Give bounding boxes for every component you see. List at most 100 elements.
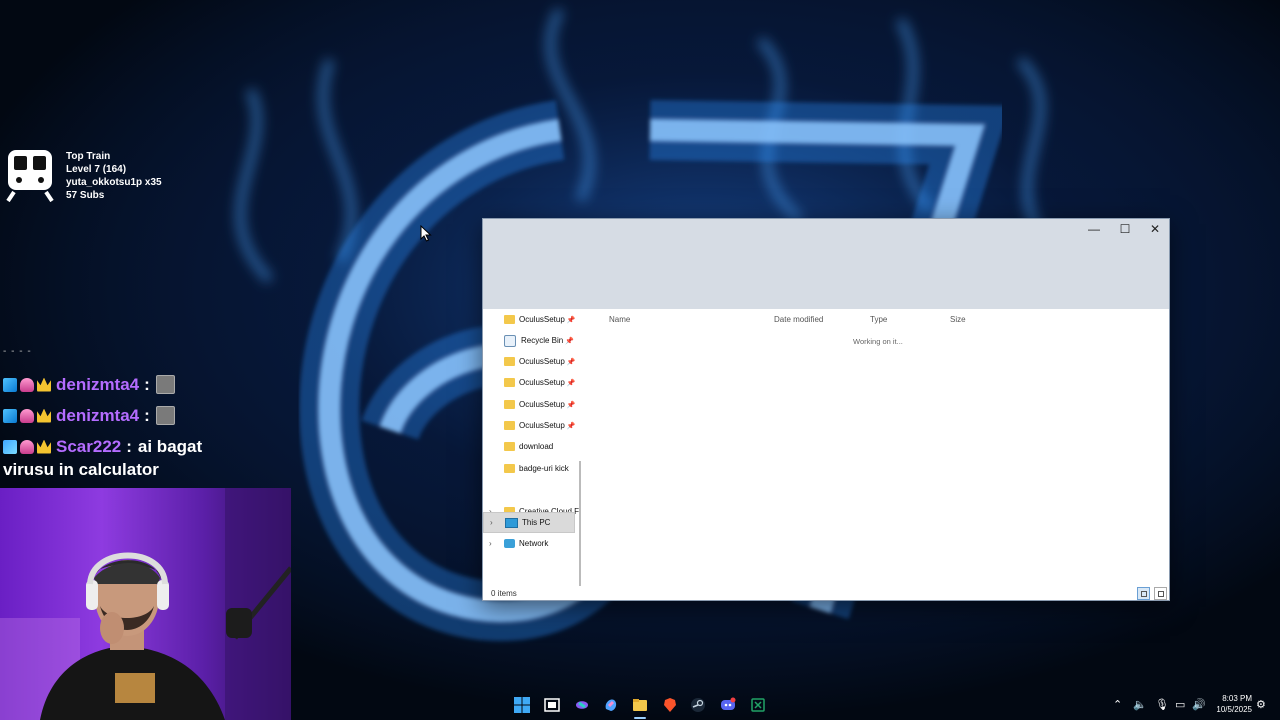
maximize-button[interactable]: ☐ xyxy=(1110,219,1140,239)
loading-status: Working on it... xyxy=(853,337,903,346)
crown-badge-icon xyxy=(37,377,51,392)
user-badge-icon xyxy=(20,408,34,423)
taskbar-clock[interactable]: 8:03 PM 10/5/2025 xyxy=(1210,693,1252,715)
train-icon xyxy=(6,150,54,202)
explorer-title-bar[interactable]: — ☐ ✕ xyxy=(483,219,1169,309)
top-train-widget: Top Train Level 7 (164) yuta_okkotsu1p x… xyxy=(6,148,162,202)
file-explorer-icon[interactable] xyxy=(632,697,648,713)
microphone-icon[interactable]: 🎙 xyxy=(1155,698,1169,711)
file-explorer-window[interactable]: — ☐ ✕ OculusSetup 📌 Recycle Bin 📌 Oculus… xyxy=(482,218,1170,601)
nav-item-badge-uri-kick[interactable]: badge-uri kick xyxy=(483,458,575,479)
chat-text-continuation: virusu in calculator xyxy=(3,460,159,479)
folder-icon xyxy=(504,421,515,430)
mouse-cursor-icon xyxy=(420,225,432,242)
column-header-type[interactable]: Type xyxy=(870,315,887,324)
network-icon xyxy=(504,539,515,548)
clock-date: 10/5/2025 xyxy=(1216,705,1252,714)
user-badge-icon xyxy=(20,439,34,454)
chat-separator: - - - - xyxy=(3,346,32,357)
nav-item-label: Network xyxy=(519,539,549,548)
speaker-icon[interactable]: 🔈 xyxy=(1133,698,1147,711)
folder-icon xyxy=(504,315,515,324)
nav-item-label: OculusSetup xyxy=(519,315,565,324)
details-view-icon xyxy=(1141,591,1147,597)
train-title: Top Train xyxy=(66,151,111,162)
chat-message: denizmta4 : xyxy=(3,400,283,431)
nav-item-label: badge-uri kick xyxy=(519,464,569,473)
discord-icon[interactable] xyxy=(720,697,736,713)
chat-username: denizmta4 xyxy=(56,405,140,425)
details-view-button[interactable] xyxy=(1137,587,1150,600)
nav-item-label: OculusSetup xyxy=(519,400,565,409)
nav-item-oculussetup[interactable]: OculusSetup 📌 xyxy=(483,309,576,330)
navigation-pane[interactable]: OculusSetup 📌 Recycle Bin 📌 OculusSetup … xyxy=(483,309,581,579)
copilot-icon[interactable] xyxy=(603,697,619,713)
nav-item-download[interactable]: download xyxy=(483,436,575,457)
nav-item-label: OculusSetup xyxy=(519,357,565,366)
user-badge-icon xyxy=(20,377,34,392)
folder-icon xyxy=(504,357,515,366)
microsoft-365-icon[interactable] xyxy=(574,697,590,713)
chevron-right-icon[interactable]: › xyxy=(489,539,492,548)
chat-overlay: - - - - denizmta4 : denizmta4 : Scar222 … xyxy=(3,346,283,480)
chat-message: Scar222 : ai bagat xyxy=(3,431,283,462)
windows-start-icon[interactable] xyxy=(514,697,530,713)
pin-icon: 📌 xyxy=(566,401,576,409)
column-header-name[interactable]: Name xyxy=(609,315,630,324)
clock-time: 8:03 PM xyxy=(1222,694,1252,703)
train-subs: 57 Subs xyxy=(66,190,105,201)
volume-icon[interactable]: 🔊 xyxy=(1192,698,1206,711)
steam-icon[interactable] xyxy=(690,697,706,713)
webcam-feed xyxy=(0,488,291,720)
crown-badge-icon xyxy=(37,439,51,454)
tiles-view-button[interactable] xyxy=(1154,587,1167,600)
nav-item-label: download xyxy=(519,442,554,451)
folder-icon xyxy=(504,400,515,409)
nav-item-label: OculusSetup xyxy=(519,378,565,387)
pin-icon: 📌 xyxy=(566,422,576,430)
computer-icon xyxy=(505,517,518,528)
excel-icon[interactable] xyxy=(750,697,766,713)
column-header-size[interactable]: Size xyxy=(950,315,966,324)
nav-item-label: Recycle Bin xyxy=(521,336,564,345)
train-level: Level 7 (164) xyxy=(66,164,127,175)
nav-item-label: This PC xyxy=(522,518,551,527)
taskbar: ⌃ 🔈 🎙 ▭ 🔊 8:03 PM 10/5/2025 ⚙ xyxy=(0,690,1280,720)
chat-username: Scar222 xyxy=(56,436,122,456)
network-status-icon[interactable]: ▭ xyxy=(1175,698,1185,711)
nav-item-oculussetup[interactable]: OculusSetup 📌 xyxy=(483,415,576,436)
close-button[interactable]: ✕ xyxy=(1140,219,1170,239)
nav-item-recycle-bin[interactable]: Recycle Bin 📌 xyxy=(483,330,575,351)
task-view-icon[interactable] xyxy=(544,697,560,713)
pin-icon: 📌 xyxy=(566,316,576,324)
folder-icon xyxy=(504,442,515,451)
pin-icon: 📌 xyxy=(566,379,576,387)
chat-message: denizmta4 : xyxy=(3,369,283,400)
nav-item-oculussetup[interactable]: OculusSetup 📌 xyxy=(483,351,576,372)
nav-item-network[interactable]: › Network xyxy=(483,533,575,554)
cube-badge-icon xyxy=(3,408,17,423)
show-hidden-icons-chevron-icon[interactable]: ⌃ xyxy=(1113,698,1122,711)
pin-icon: 📌 xyxy=(566,358,576,366)
emote-icon xyxy=(155,406,175,425)
chat-text: ai bagat xyxy=(137,436,203,456)
chat-username: denizmta4 xyxy=(56,374,140,394)
nav-item-label: OculusSetup xyxy=(519,421,565,430)
minimize-button[interactable]: — xyxy=(1079,219,1109,239)
folder-icon xyxy=(504,378,515,387)
recycle-bin-icon xyxy=(504,334,516,347)
cube-badge-icon xyxy=(3,377,17,392)
sword-badge-icon xyxy=(3,439,17,454)
nav-scrollbar[interactable] xyxy=(579,461,581,586)
train-user: yuta_okkotsu1p x35 xyxy=(66,177,162,188)
nav-item-oculussetup[interactable]: OculusSetup 📌 xyxy=(483,372,576,393)
column-header-date-modified[interactable]: Date modified xyxy=(774,315,823,324)
crown-badge-icon xyxy=(37,408,51,423)
folder-icon xyxy=(504,464,515,473)
settings-gear-icon[interactable]: ⚙ xyxy=(1256,698,1266,711)
nav-item-oculussetup[interactable]: OculusSetup 📌 xyxy=(483,394,576,415)
chevron-right-icon[interactable]: › xyxy=(490,518,493,527)
brave-browser-icon[interactable] xyxy=(662,697,678,713)
nav-item-this-pc[interactable]: › This PC xyxy=(483,512,575,533)
pin-icon: 📌 xyxy=(565,337,574,345)
